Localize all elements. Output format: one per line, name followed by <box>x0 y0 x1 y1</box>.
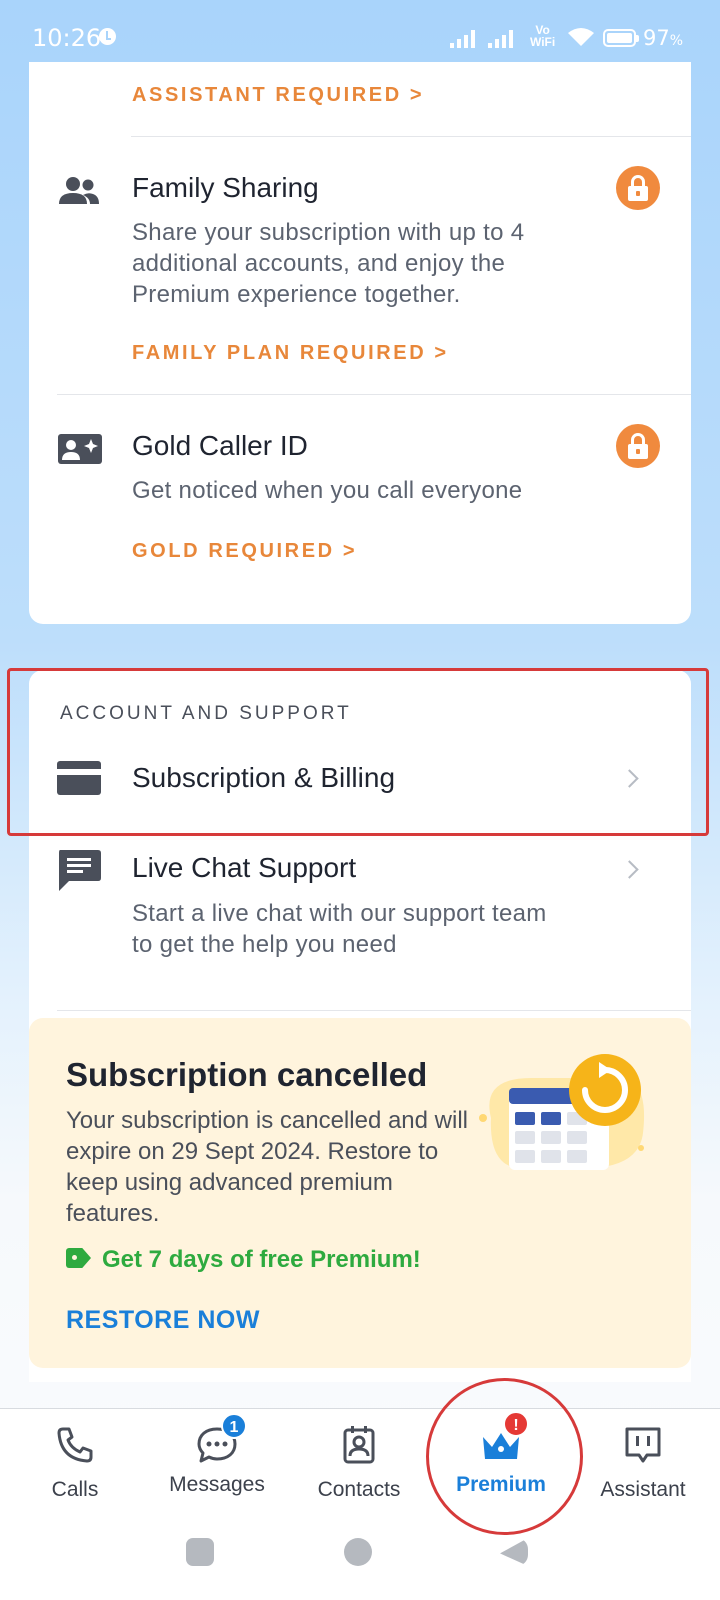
live-chat-description: Start a live chat with our support team … <box>132 900 547 958</box>
status-time: 10:26 <box>32 24 102 52</box>
nav-assistant[interactable]: Assistant <box>578 1423 708 1502</box>
phone-icon <box>57 1427 93 1463</box>
lock-icon <box>616 424 660 468</box>
divider <box>57 1010 691 1011</box>
divider <box>57 394 691 395</box>
live-chat-title: Live Chat Support <box>132 852 357 883</box>
assistant-required-link[interactable]: ASSISTANT REQUIRED > <box>132 84 424 107</box>
nav-contacts[interactable]: Contacts <box>294 1423 424 1502</box>
assistant-icon <box>625 1427 661 1463</box>
nav-messages-icon-wrap: 1 <box>195 1413 247 1467</box>
gold-required-link[interactable]: GOLD REQUIRED > <box>132 540 357 563</box>
nav-assistant-label: Assistant <box>600 1478 686 1501</box>
nav-calls-label: Calls <box>51 1478 99 1501</box>
alarm-icon <box>99 28 116 45</box>
live-chat-support-row[interactable]: Live Chat Support Start a live chat with… <box>29 838 691 988</box>
promo-title: Subscription cancelled <box>66 1056 428 1093</box>
lock-icon <box>616 166 660 210</box>
vowifi-indicator: Vo WiFi <box>530 23 556 49</box>
gold-caller-id-title: Gold Caller ID <box>132 430 308 461</box>
gold-caller-id-description: Get noticed when you call everyone <box>132 477 523 504</box>
contact-card-sparkle-icon <box>58 434 102 464</box>
signal-icon-2 <box>488 28 513 48</box>
nav-messages[interactable]: 1 Messages <box>152 1413 282 1497</box>
promo-description: Your subscription is cancelled and will … <box>66 1107 468 1227</box>
family-sharing-title: Family Sharing <box>132 172 319 203</box>
nav-messages-label: Messages <box>169 1473 265 1496</box>
family-sharing-description: Share your subscription with up to 4 add… <box>132 219 525 308</box>
tag-icon <box>66 1248 91 1268</box>
subscription-cancelled-banner: Subscription cancelled Your subscription… <box>29 1018 691 1368</box>
nav-contacts-label: Contacts <box>317 1478 401 1501</box>
group-icon <box>59 177 99 204</box>
highlight-annotation-circle <box>426 1378 583 1535</box>
divider <box>131 136 691 137</box>
home-button[interactable] <box>344 1538 372 1566</box>
signal-icon <box>450 28 475 48</box>
back-button[interactable] <box>500 1538 528 1566</box>
calendar-restore-illustration <box>479 1054 645 1170</box>
battery-icon <box>603 29 639 47</box>
messages-badge: 1 <box>221 1413 247 1439</box>
system-navigation-bar <box>0 1538 720 1578</box>
promo-offer: Get 7 days of free Premium! <box>102 1246 421 1273</box>
recent-apps-button[interactable] <box>186 1538 214 1566</box>
family-plan-required-link[interactable]: FAMILY PLAN REQUIRED > <box>132 342 449 365</box>
contact-book-icon <box>343 1426 375 1464</box>
chat-message-icon <box>59 850 101 891</box>
nav-calls[interactable]: Calls <box>10 1423 140 1502</box>
premium-features-card: ASSISTANT REQUIRED > Family Sharing Shar… <box>29 62 691 624</box>
wifi-icon <box>568 28 594 46</box>
battery-percent: 97% <box>643 26 684 50</box>
chevron-right-icon <box>620 860 639 879</box>
status-bar: 10:26 Vo WiFi 97% <box>0 0 720 62</box>
restore-now-button[interactable]: RESTORE NOW <box>66 1306 260 1335</box>
highlight-annotation-box <box>7 668 709 836</box>
